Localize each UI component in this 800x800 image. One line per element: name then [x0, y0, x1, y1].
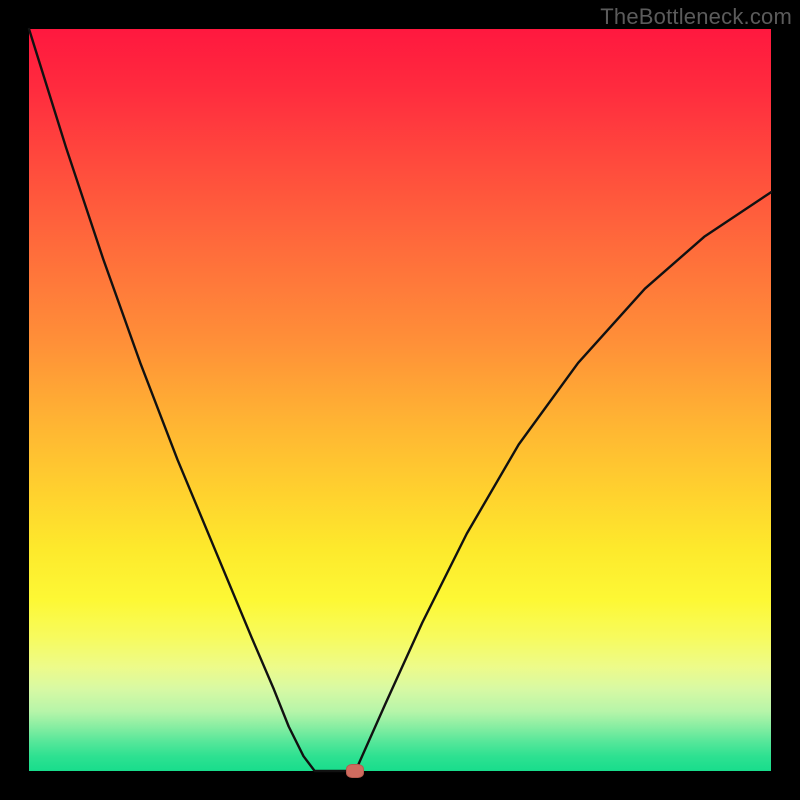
outer-frame: TheBottleneck.com: [0, 0, 800, 800]
bottleneck-curve: [29, 29, 771, 771]
sweet-spot-marker: [346, 764, 364, 778]
watermark-text: TheBottleneck.com: [600, 4, 792, 30]
plot-area: [29, 29, 771, 771]
curve-path: [29, 29, 771, 771]
